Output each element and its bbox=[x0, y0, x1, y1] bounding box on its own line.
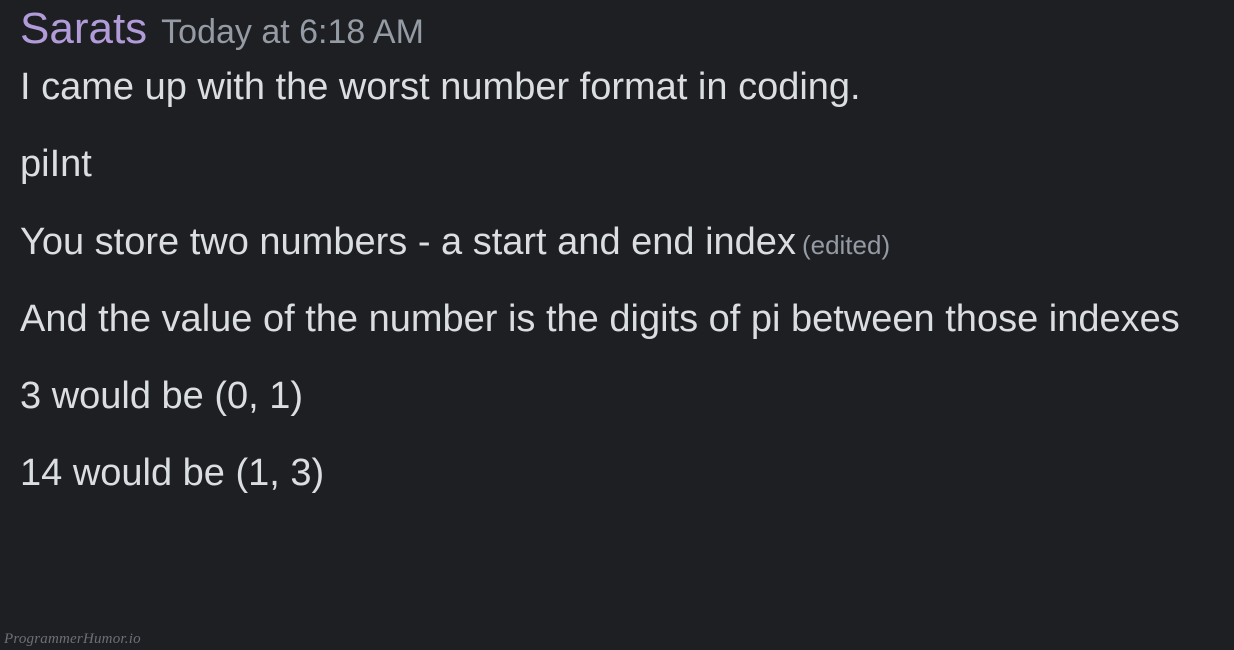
message-text-line: 3 would be (0, 1) bbox=[20, 371, 1214, 422]
edited-indicator: (edited) bbox=[802, 230, 890, 260]
message-text-line: I came up with the worst number format i… bbox=[20, 62, 1214, 113]
message-text-line: And the value of the number is the digit… bbox=[20, 294, 1214, 345]
message-header: Sarats Today at 6:18 AM bbox=[20, 4, 1214, 54]
message-text-line: You store two numbers - a start and end … bbox=[20, 217, 1214, 268]
message-timestamp: Today at 6:18 AM bbox=[161, 13, 424, 52]
message-text-line: piInt bbox=[20, 139, 1214, 190]
message-text: You store two numbers - a start and end … bbox=[20, 221, 796, 263]
message-text-line: 14 would be (1, 3) bbox=[20, 448, 1214, 499]
watermark-text: ProgrammerHumor.io bbox=[4, 631, 141, 648]
discord-message: Sarats Today at 6:18 AM I came up with t… bbox=[0, 0, 1234, 500]
author-username[interactable]: Sarats bbox=[20, 4, 147, 54]
